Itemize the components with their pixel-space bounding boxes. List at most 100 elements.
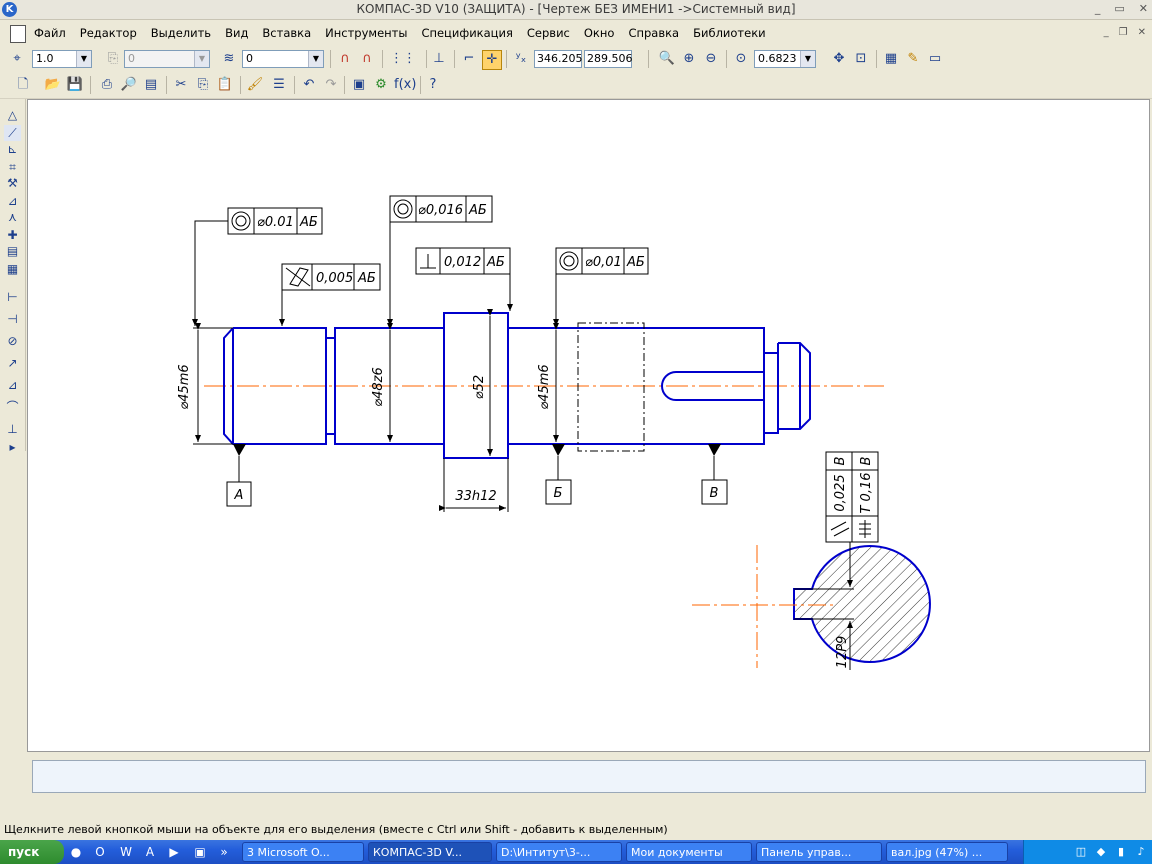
local-cs-icon[interactable]: ⌖ — [8, 50, 26, 68]
manager-icon[interactable]: ▣ — [350, 76, 368, 94]
arc-dimension-icon[interactable]: ⌒ — [4, 399, 21, 415]
task-image-viewer[interactable]: вал.jpg (47%) ... — [886, 842, 1008, 862]
drawing-canvas[interactable]: ⌀45m6 ⌀48z6 ⌀52 ⌀45m6 33h12 ⌀0.01 АБ 0,0… — [27, 99, 1150, 752]
new-document-icon[interactable]: 🗋 — [14, 76, 32, 94]
expand-arrow-icon[interactable]: ▸ — [4, 439, 21, 455]
paste-icon[interactable]: 📋 — [216, 76, 234, 94]
tol4-datum: АБ — [486, 255, 505, 270]
cursor-icon[interactable]: ✛ — [482, 50, 502, 70]
variables-icon[interactable]: f(x) — [394, 76, 416, 94]
menu-item-7[interactable]: Сервис — [527, 26, 570, 40]
layer-combo[interactable]: 0 ▼ — [242, 50, 324, 68]
pan-icon[interactable]: ✥ — [830, 50, 848, 68]
doc-minimize-icon[interactable]: _ — [1104, 27, 1109, 38]
minimize-icon[interactable]: _ — [1095, 2, 1101, 15]
task-my-documents[interactable]: Мои документы — [626, 842, 752, 862]
scale-combo[interactable]: 1.0 ▼ — [32, 50, 92, 68]
print-icon[interactable]: ⎙ — [98, 76, 116, 94]
menu-item-10[interactable]: Библиотеки — [693, 26, 766, 40]
brush-icon[interactable]: ✎ — [904, 50, 922, 68]
menu-item-5[interactable]: Инструменты — [325, 26, 407, 40]
properties-icon[interactable]: ☰ — [270, 76, 288, 94]
snap-magnet-icon[interactable]: ∩ — [336, 50, 354, 68]
linear-dimension-icon[interactable]: ⊢ — [4, 289, 21, 305]
round-icon[interactable]: ⌐ — [460, 50, 478, 68]
editing-icon[interactable]: ⌗ — [4, 159, 21, 175]
copy-icon[interactable]: ⎘ — [194, 76, 212, 94]
network-icon[interactable]: ◫ — [1074, 844, 1088, 860]
task-explorer-institute[interactable]: D:\Интитут\3-... — [496, 842, 622, 862]
ortho-icon[interactable]: ⊥ — [430, 50, 448, 68]
coord-x-field[interactable]: 346.205 — [534, 50, 583, 68]
current-state-toolbar: ⌖ 1.0 ▼ ⎘ 0 ▼ ≋ 0 ▼ ∩ ∩ ⋮⋮ ⊥ ⌐ ✛ ʸₓ 346.205… — [0, 46, 1152, 73]
close-icon[interactable]: ✕ — [1139, 2, 1148, 15]
help-cursor-icon[interactable]: ? — [424, 76, 442, 94]
task-control-panel[interactable]: Панель управ... — [756, 842, 882, 862]
volume-icon[interactable]: ♪ — [1134, 844, 1148, 860]
geometry-icon[interactable]: △ — [4, 107, 21, 123]
print-setup-icon[interactable]: ▤ — [142, 76, 160, 94]
menu-item-6[interactable]: Спецификация — [421, 26, 512, 40]
zoom-combo[interactable]: 0.6823 ▼ — [754, 50, 816, 68]
show-all-icon[interactable]: ⊡ — [852, 50, 870, 68]
doc-restore-icon[interactable]: ❐ — [1119, 27, 1128, 38]
cursor-coordinates-icon: ʸₓ — [515, 51, 527, 66]
zoom-in-icon[interactable]: ⊕ — [680, 50, 698, 68]
height-dimension-icon[interactable]: ⊥ — [4, 421, 21, 437]
tolerance-frame-1: ⌀0.01 АБ — [192, 207, 323, 326]
svg-text:Б: Б — [554, 486, 563, 501]
media-player-icon[interactable]: ▶ — [166, 844, 182, 860]
snap-settings-icon[interactable]: ∩ — [358, 50, 376, 68]
system-tray: ◫ ◆ ▮ ♪ — [1023, 840, 1152, 864]
menu-item-0[interactable]: Файл — [34, 26, 66, 40]
display-icon[interactable]: ▭ — [926, 50, 944, 68]
undo-icon[interactable]: ↶ — [300, 76, 318, 94]
start-button[interactable]: пуск — [0, 840, 64, 864]
open-icon[interactable]: 📂 — [44, 76, 62, 94]
format-painter-icon[interactable]: 🖌 — [246, 76, 264, 94]
layers-icon[interactable]: ≋ — [220, 50, 238, 68]
coord-y-field[interactable]: 289.506 — [584, 50, 633, 68]
quicklaunch-expand-icon[interactable]: » — [216, 844, 232, 860]
zoom-out-icon[interactable]: ⊖ — [702, 50, 720, 68]
parametrization-icon[interactable]: ⚒ — [4, 175, 21, 191]
designations-icon[interactable]: ⊾ — [4, 141, 21, 157]
angle-dimension-icon[interactable]: ⊿ — [4, 377, 21, 393]
menu-item-2[interactable]: Выделить — [151, 26, 211, 40]
menu-item-9[interactable]: Справка — [628, 26, 679, 40]
radial-dimension-icon[interactable]: ↗ — [4, 355, 21, 371]
diameter-dimension-icon[interactable]: ⊘ — [4, 333, 21, 349]
menu-item-8[interactable]: Окно — [584, 26, 615, 40]
selection-icon[interactable]: ⋏ — [4, 209, 21, 225]
doc-close-icon[interactable]: ✕ — [1138, 27, 1146, 38]
dimensions-icon[interactable]: ⟋ — [4, 125, 21, 141]
task-kompas[interactable]: КОМПАС-3D V... — [368, 842, 492, 862]
dimension-line-icon[interactable]: ⊣ — [4, 311, 21, 327]
power-icon[interactable]: ▮ — [1114, 844, 1128, 860]
measurements-icon[interactable]: ⊿ — [4, 193, 21, 209]
opera-icon[interactable]: O — [92, 844, 108, 860]
zoom-window-icon[interactable]: 🔍 — [658, 50, 676, 68]
library-icon[interactable]: ⚙ — [372, 76, 390, 94]
menu-item-3[interactable]: Вид — [225, 26, 248, 40]
specification-icon[interactable]: ▤ — [4, 243, 21, 259]
grid-icon[interactable]: ⋮⋮ — [390, 50, 416, 68]
zoom-scale-icon[interactable]: ⊙ — [732, 50, 750, 68]
maximize-icon[interactable]: ▭ — [1114, 2, 1124, 15]
preview-icon[interactable]: 🔎 — [120, 76, 138, 94]
task-word[interactable]: 3 Microsoft O... — [242, 842, 364, 862]
menu-item-4[interactable]: Вставка — [262, 26, 311, 40]
datum-b: Б — [545, 444, 572, 505]
word-icon[interactable]: W — [118, 844, 134, 860]
regenerate-icon[interactable]: ▦ — [882, 50, 900, 68]
associative-views-icon[interactable]: ✚ — [4, 227, 21, 243]
reports-icon[interactable]: ▦ — [4, 261, 21, 277]
cut-icon[interactable]: ✂ — [172, 76, 190, 94]
acrobat-icon[interactable]: A — [142, 844, 158, 860]
security-icon[interactable]: ◆ — [1094, 844, 1108, 860]
menu-item-1[interactable]: Редактор — [80, 26, 137, 40]
firefox-icon[interactable]: ● — [68, 844, 84, 860]
document-icon[interactable] — [10, 25, 26, 43]
save-icon[interactable]: 💾 — [66, 76, 84, 94]
show-desktop-icon[interactable]: ▣ — [192, 844, 208, 860]
